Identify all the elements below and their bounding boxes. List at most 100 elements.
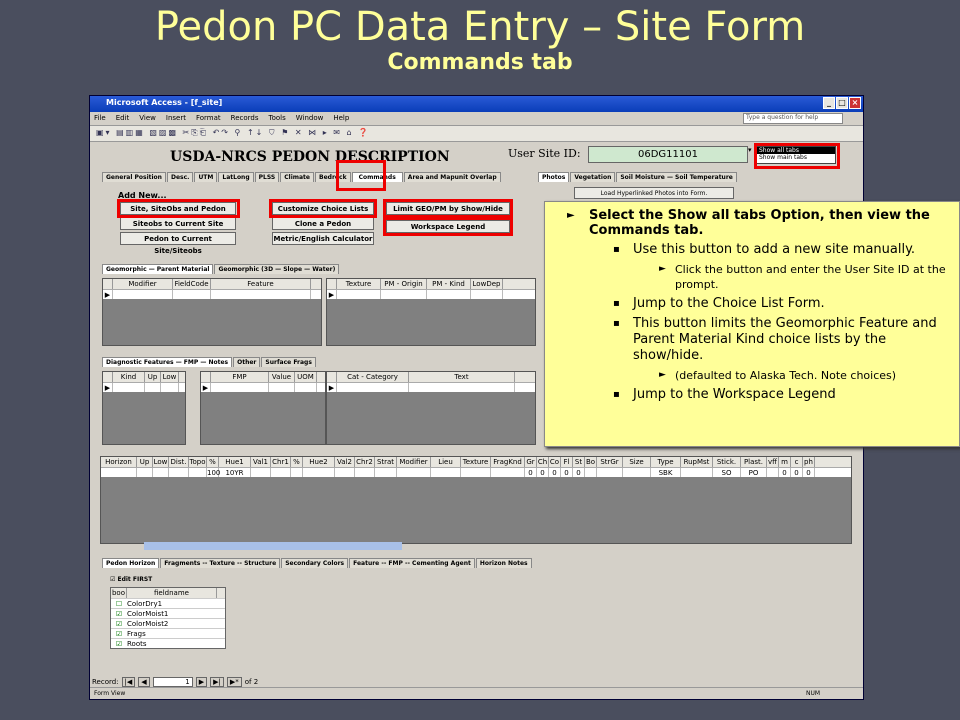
first-record-icon[interactable]: |◀: [121, 677, 136, 687]
horizon-cell[interactable]: [397, 468, 431, 477]
menu-help[interactable]: Help: [333, 114, 349, 123]
field-checkbox[interactable]: ☑: [111, 609, 127, 618]
horizon-cell[interactable]: [137, 468, 153, 477]
tab-desc[interactable]: Desc.: [166, 172, 194, 182]
menu-format[interactable]: Format: [196, 114, 221, 123]
horizon-cell[interactable]: [189, 468, 207, 477]
tab-pedon-horizon[interactable]: Pedon Horizon: [102, 558, 160, 568]
horizon-cell[interactable]: PO: [741, 468, 767, 477]
diag-tabs: Diagnostic Features — FMP — Notes Other …: [102, 357, 317, 367]
tab-fragments[interactable]: Fragments -- Texture -- Structure: [160, 558, 281, 568]
tab-other[interactable]: Other: [233, 357, 261, 367]
help-search-input[interactable]: Type a question for help: [743, 113, 843, 124]
tab-general-position[interactable]: General Position: [102, 172, 166, 182]
horizontal-scrollbar[interactable]: [144, 542, 402, 550]
minimize-icon[interactable]: _: [823, 97, 835, 109]
horizon-cell[interactable]: 0: [803, 468, 815, 477]
record-number-input[interactable]: 1: [152, 677, 193, 687]
menu-insert[interactable]: Insert: [166, 114, 186, 123]
horizon-cell[interactable]: [597, 468, 623, 477]
horizon-cell[interactable]: [767, 468, 779, 477]
tab-geomorphic-pm[interactable]: Geomorphic — Parent Material: [102, 264, 214, 274]
horizon-cell[interactable]: [303, 468, 335, 477]
horizon-cell[interactable]: 10YR: [219, 468, 251, 477]
menu-window[interactable]: Window: [296, 114, 324, 123]
geo-tabs: Geomorphic — Parent Material Geomorphic …: [102, 264, 340, 274]
horizon-cell[interactable]: [375, 468, 397, 477]
tab-area-mapunit[interactable]: Area and Mapunit Overlap: [403, 172, 501, 182]
highlight-tab-option: [754, 143, 840, 169]
new-record-icon[interactable]: ▶*: [226, 677, 242, 687]
horizon-cell[interactable]: [251, 468, 271, 477]
tab-geomorphic-3d[interactable]: Geomorphic (3D — Slope — Water): [214, 264, 340, 274]
horizon-cell[interactable]: [335, 468, 355, 477]
menu-view[interactable]: View: [139, 114, 156, 123]
menu-tools[interactable]: Tools: [269, 114, 286, 123]
field-checkbox[interactable]: ☐: [111, 599, 127, 608]
horizon-cell[interactable]: [153, 468, 169, 477]
horizon-cell[interactable]: [291, 468, 303, 477]
list-item[interactable]: ☐ ColorDry1: [111, 598, 225, 608]
tab-feature-fmp[interactable]: Feature -- FMP -- Cementing Agent: [349, 558, 475, 568]
clone-pedon-button[interactable]: Clone a Pedon: [272, 217, 374, 230]
tab-plss[interactable]: PLSS: [254, 172, 280, 182]
menu-records[interactable]: Records: [231, 114, 259, 123]
next-record-icon[interactable]: ▶: [195, 677, 208, 687]
col-horizon-26: Type: [651, 457, 681, 467]
horizon-cell[interactable]: [491, 468, 525, 477]
close-icon[interactable]: ×: [849, 97, 861, 109]
tab-secondary-colors[interactable]: Secondary Colors: [281, 558, 349, 568]
horizon-cell[interactable]: [681, 468, 713, 477]
tab-latlong[interactable]: LatLong: [218, 172, 254, 182]
horizon-cell[interactable]: 0: [561, 468, 573, 477]
table-row[interactable]: 100 10YR 0 0 0 0 0 SBK SO PO 0 0 0: [101, 467, 851, 477]
horizon-cell[interactable]: 0: [525, 468, 537, 477]
tab-soil-moisture[interactable]: Soil Moisture — Soil Temperature: [616, 172, 737, 182]
metric-english-button[interactable]: Metric/English Calculator: [272, 232, 374, 245]
horizon-cell[interactable]: 0: [791, 468, 803, 477]
tab-diagnostic[interactable]: Diagnostic Features — FMP — Notes: [102, 357, 233, 367]
prev-record-icon[interactable]: ◀: [138, 677, 150, 687]
list-item[interactable]: ☑ ColorMoist2: [111, 618, 225, 628]
pedon-current-site-button[interactable]: Pedon to Current Site/Siteobs: [120, 232, 236, 255]
horizon-cell[interactable]: [431, 468, 461, 477]
field-checkbox[interactable]: ☑: [111, 639, 127, 648]
horizon-cell[interactable]: [355, 468, 375, 477]
edit-first-checkbox[interactable]: ☑ Edit FIRST: [110, 576, 152, 583]
tab-utm[interactable]: UTM: [194, 172, 218, 182]
parent-material-grid: Texture PM - Origin PM - Kind LowDep ▶: [326, 278, 536, 346]
tab-photos[interactable]: Photos: [538, 172, 570, 182]
col-low: Low: [161, 372, 179, 382]
horizon-cell[interactable]: SO: [713, 468, 741, 477]
horizon-cell[interactable]: 100: [207, 468, 220, 477]
horizon-cell[interactable]: 0: [573, 468, 585, 477]
user-site-input[interactable]: 06DG11101: [588, 146, 748, 163]
field-checkbox[interactable]: ☑: [111, 619, 127, 628]
horizon-cell[interactable]: 0: [779, 468, 791, 477]
menu-edit[interactable]: Edit: [116, 114, 130, 123]
last-record-icon[interactable]: ▶|: [210, 677, 224, 687]
tab-horizon-notes[interactable]: Horizon Notes: [475, 558, 532, 568]
siteobs-current-site-button[interactable]: Siteobs to Current Site: [120, 217, 236, 230]
horizon-cell[interactable]: 0: [549, 468, 561, 477]
horizon-cell[interactable]: [271, 468, 291, 477]
list-item[interactable]: ☑ Frags: [111, 628, 225, 638]
horizon-cell[interactable]: [585, 468, 597, 477]
col-horizon-24: StrGr: [597, 457, 623, 467]
list-item[interactable]: ☑ Roots: [111, 638, 225, 648]
horizon-cell[interactable]: [461, 468, 491, 477]
maximize-icon[interactable]: □: [836, 97, 848, 109]
tab-climate[interactable]: Climate: [280, 172, 314, 182]
load-photos-button[interactable]: Load Hyperlinked Photos into Form.: [574, 187, 734, 199]
horizon-cell[interactable]: [169, 468, 189, 477]
menu-file[interactable]: File: [94, 114, 106, 123]
horizon-cell[interactable]: [623, 468, 651, 477]
horizon-cell[interactable]: SBK: [651, 468, 681, 477]
field-checkbox[interactable]: ☑: [111, 629, 127, 638]
tab-vegetation[interactable]: Vegetation: [570, 172, 616, 182]
toolbar[interactable]: ▣▾ ▤▥▦ ▧▨▩ ✂⎘⎗ ↶↷ ⚲ ↑↓ ⛉ ⚑ ✕ ⋈ ▸ ✉ ⌂ ❓: [90, 126, 863, 142]
list-item[interactable]: ☑ ColorMoist1: [111, 608, 225, 618]
horizon-cell[interactable]: [101, 468, 137, 477]
tab-surface-frags[interactable]: Surface Frags: [261, 357, 316, 367]
horizon-cell[interactable]: 0: [537, 468, 549, 477]
